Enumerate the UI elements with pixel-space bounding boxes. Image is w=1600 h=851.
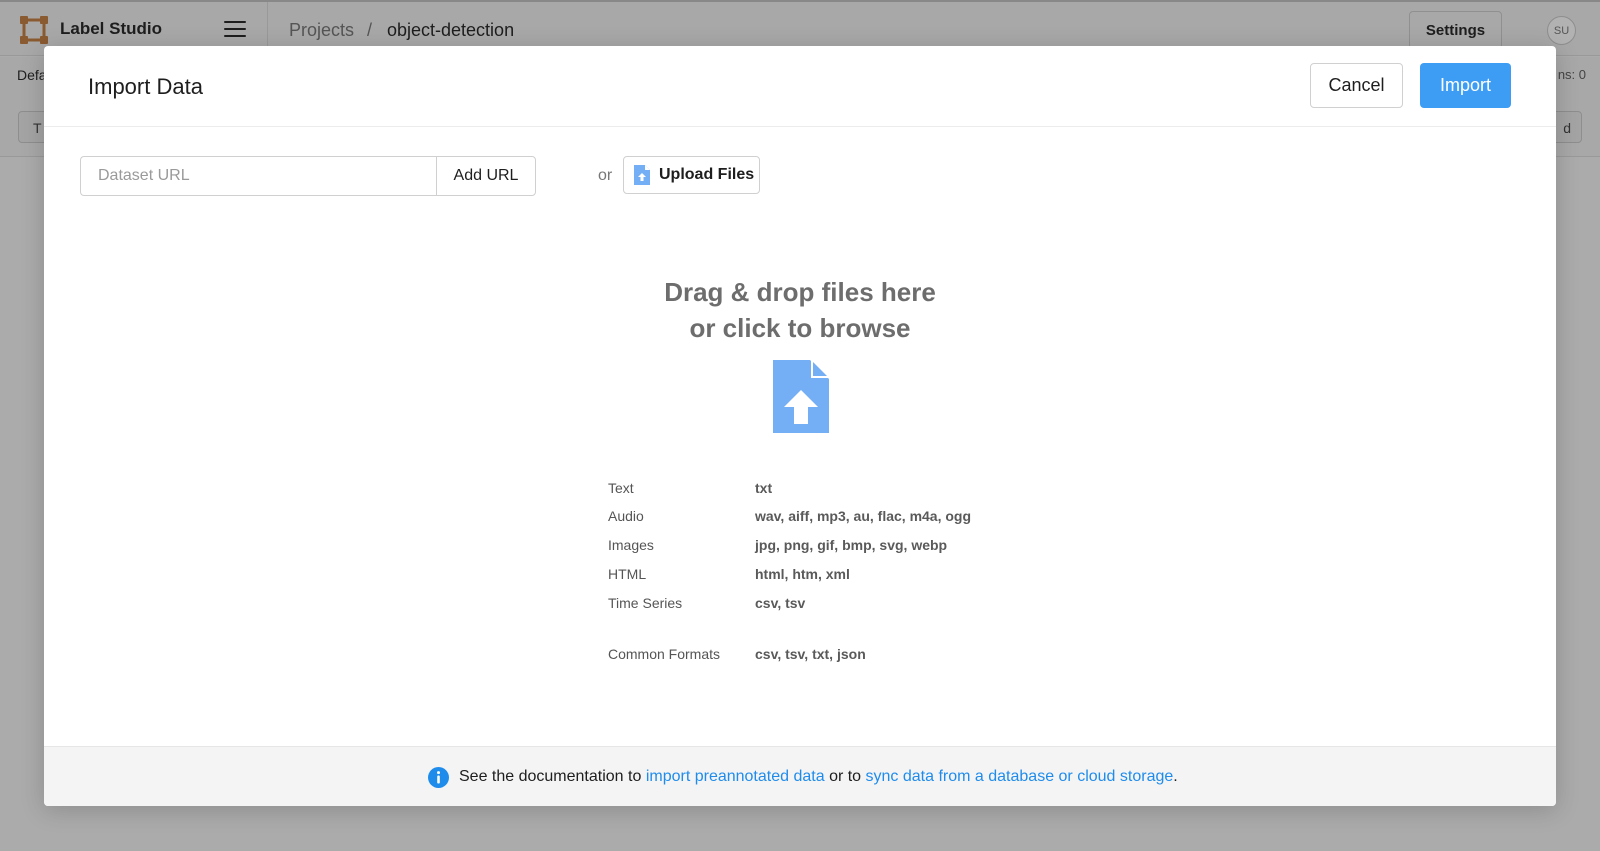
- cancel-button[interactable]: Cancel: [1310, 63, 1403, 108]
- view-tab[interactable]: Defa: [17, 67, 47, 83]
- footer-middle: or to: [829, 768, 862, 785]
- modal-header: Import Data Cancel Import: [44, 46, 1556, 127]
- import-preannotated-link[interactable]: import preannotated data: [646, 768, 825, 786]
- import-data-modal: Import Data Cancel Import Add URL or Upl…: [44, 46, 1556, 806]
- dataset-url-input[interactable]: [80, 156, 436, 196]
- file-upload-icon: [773, 360, 829, 433]
- info-icon: [428, 766, 449, 788]
- format-label: HTML: [608, 566, 647, 582]
- upload-files-label: Upload Files: [659, 166, 755, 183]
- settings-button[interactable]: Settings: [1409, 11, 1502, 49]
- format-label: Common Formats: [608, 646, 721, 662]
- add-url-button[interactable]: Add URL: [436, 156, 536, 196]
- brand-name: Label Studio: [60, 19, 162, 38]
- documentation-note: See the documentation to import preannot…: [428, 765, 1178, 789]
- format-extensions: wav, aiff, mp3, au, flac, m4a, ogg: [755, 508, 972, 524]
- import-button[interactable]: Import: [1420, 63, 1511, 108]
- file-upload-icon: [634, 165, 650, 185]
- format-label: Audio: [608, 508, 644, 524]
- sync-storage-link[interactable]: sync data from a database or cloud stora…: [866, 768, 1174, 786]
- breadcrumb-projects[interactable]: Projects: [289, 20, 354, 41]
- format-extensions: txt: [755, 480, 773, 496]
- hamburger-menu-icon[interactable]: [224, 21, 246, 39]
- format-extensions: csv, tsv: [755, 595, 806, 611]
- avatar[interactable]: SU: [1547, 16, 1576, 45]
- format-extensions: csv, tsv, txt, json: [755, 646, 866, 662]
- upload-files-button[interactable]: Upload Files: [623, 156, 760, 194]
- modal-footer: See the documentation to import preannot…: [44, 746, 1556, 806]
- drop-zone-title: Drag & drop files here or click to brows…: [44, 274, 1556, 346]
- modal-title: Import Data: [88, 74, 203, 99]
- format-label: Time Series: [608, 595, 683, 611]
- breadcrumb-separator: /: [367, 20, 373, 40]
- footer-prefix: See the documentation to: [459, 768, 642, 785]
- breadcrumb-current: object-detection: [387, 20, 515, 40]
- footer-suffix: .: [1173, 768, 1178, 785]
- drop-zone[interactable]: Drag & drop files here or click to brows…: [44, 226, 1556, 686]
- annotations-count: ns: 0: [1557, 67, 1586, 82]
- format-label: Text: [608, 480, 634, 496]
- format-extensions: html, htm, xml: [755, 566, 850, 582]
- format-label: Images: [608, 537, 654, 553]
- drop-zone-line2: or click to browse: [689, 313, 911, 343]
- format-extensions: jpg, png, gif, bmp, svg, webp: [755, 537, 948, 553]
- label-studio-logo-icon[interactable]: [20, 16, 48, 44]
- drop-zone-line1: Drag & drop files here: [664, 277, 936, 307]
- or-separator: or: [598, 167, 613, 184]
